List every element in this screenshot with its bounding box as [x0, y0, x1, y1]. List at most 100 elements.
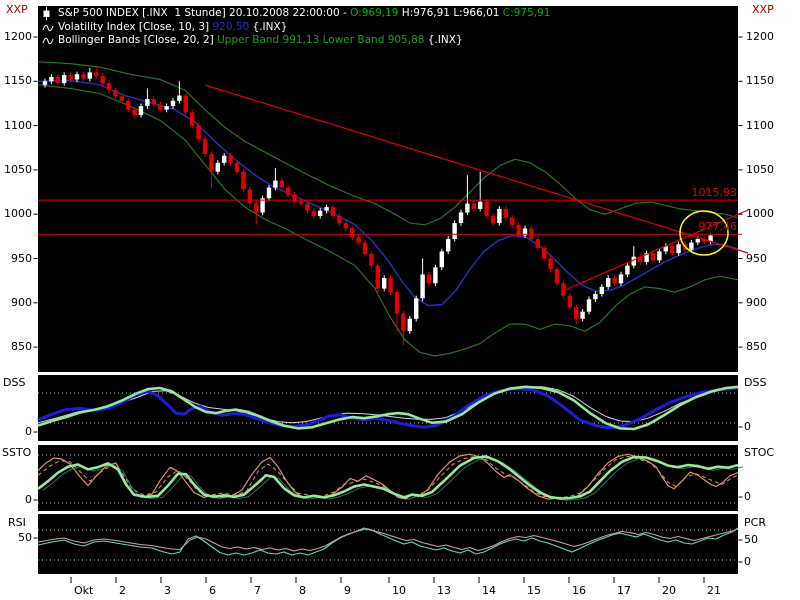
candle-up: [145, 99, 149, 106]
candle-down: [344, 223, 348, 228]
legend-symbol-title: S&P 500 INDEX [.INX 1 Stunde] 20.10.2008…: [58, 7, 350, 20]
wave-icon: [42, 36, 55, 46]
candle-down: [299, 202, 303, 204]
dss-zero-label-left: 0: [2, 425, 32, 438]
candle-down: [491, 216, 495, 223]
candle-up: [414, 298, 418, 318]
price-flag-label: 977,46: [640, 221, 737, 233]
y-axis-label-left: 950: [2, 252, 32, 265]
candle-down: [388, 278, 392, 292]
candle-up: [75, 74, 79, 79]
candle-down: [504, 209, 508, 218]
candle-up: [49, 77, 53, 81]
x-axis-label: 8: [299, 584, 306, 597]
y-axis-label-left: 1100: [2, 119, 32, 132]
candle-up: [408, 319, 412, 331]
stochastic-panel-label-left: SSTO: [2, 446, 36, 459]
candle-up: [593, 294, 597, 299]
legend-bollinger-title: Bollinger Bands [Close, 20, 2]: [58, 34, 217, 47]
candle-down: [612, 278, 616, 283]
candle-up: [433, 267, 437, 283]
candle-up: [139, 106, 143, 115]
candle-down: [241, 172, 245, 190]
dss-panel-label-right: DSS: [744, 376, 766, 389]
candle-down: [113, 90, 117, 96]
dss-zero-label-right: 0: [744, 420, 751, 433]
y-axis-label-right: 900: [746, 296, 767, 309]
rsi-panel-label-left: RSI: [8, 516, 26, 529]
y-axis-label-left: 1200: [2, 30, 32, 43]
candle-up: [177, 96, 181, 101]
candle-up: [440, 251, 444, 267]
candlestick-icon: [42, 7, 55, 20]
x-axis-label: 14: [482, 584, 496, 597]
legend-row-bollinger: Bollinger Bands [Close, 20, 2] Upper Ban…: [42, 34, 463, 47]
legend-bollinger-values: Upper Band 991,13 Lower Band 905,88: [217, 34, 424, 47]
candle-up: [657, 251, 661, 260]
candle-down: [248, 189, 252, 203]
legend-row-price: S&P 500 INDEX [.INX 1 Stunde] 20.10.2008…: [42, 7, 550, 20]
candle-down: [126, 101, 130, 110]
candle-down: [401, 313, 405, 331]
stochastic-zero-label-left: 0: [2, 493, 32, 506]
candle-up: [676, 244, 680, 253]
x-axis-label: 17: [617, 584, 631, 597]
x-axis-label: 15: [527, 584, 541, 597]
candle-down: [395, 292, 399, 313]
x-axis-label: 10: [392, 584, 406, 597]
candle-down: [94, 72, 98, 76]
candle-down: [203, 139, 207, 154]
candle-up: [324, 207, 328, 211]
candle-down: [292, 195, 296, 202]
candle-down: [190, 112, 194, 125]
top-left-corner-label: XXP: [6, 3, 28, 16]
chart-canvas[interactable]: [0, 0, 800, 600]
legend-close-value: C:975,91: [503, 7, 551, 20]
y-axis-label-left: 850: [2, 340, 32, 353]
x-axis-label: 3: [164, 584, 171, 597]
pcr-zero-label-right: 0: [744, 555, 751, 568]
legend-bollinger-suffix: {.INX}: [424, 34, 462, 47]
rsi-fifty-label-left: 50: [2, 531, 32, 544]
candle-down: [484, 202, 488, 216]
candle-up: [88, 72, 92, 78]
candle-down: [363, 243, 367, 255]
candle-down: [536, 239, 540, 248]
legend-volatility-value: 920,50: [212, 21, 249, 34]
candle-down: [280, 181, 284, 188]
candle-down: [254, 204, 258, 213]
candle-down: [555, 269, 559, 283]
candle-down: [56, 77, 60, 83]
candle-down: [158, 104, 162, 109]
candle-up: [478, 202, 482, 209]
candle-down: [356, 237, 360, 242]
y-axis-label-right: 1150: [746, 74, 774, 87]
candle-down: [286, 188, 290, 195]
candle-down: [228, 156, 232, 163]
candle-down: [107, 83, 111, 90]
candle-up: [171, 101, 175, 106]
candle-up: [600, 287, 604, 294]
candle-down: [305, 204, 309, 211]
candle-up: [606, 278, 610, 287]
candle-down: [337, 216, 341, 223]
candle-up: [580, 312, 584, 319]
candle-down: [651, 253, 655, 260]
candle-up: [619, 274, 623, 283]
candle-up: [689, 243, 693, 250]
x-axis-label: 20: [662, 584, 676, 597]
candle-down: [81, 74, 85, 78]
candle-up: [452, 223, 456, 239]
chart-window: XXP XXP S&P 500 INDEX [.INX 1 Stunde] 20…: [0, 0, 800, 600]
y-axis-label-right: 1050: [746, 163, 774, 176]
candle-down: [312, 211, 316, 216]
candle-up: [216, 163, 220, 172]
y-axis-label-right: 950: [746, 252, 767, 265]
pcr-fifty-label-right: 50: [744, 533, 758, 546]
top-right-corner-label: XXP: [752, 3, 774, 16]
candle-up: [696, 239, 700, 243]
candle-up: [446, 239, 450, 251]
x-axis-label: 7: [254, 584, 261, 597]
candle-down: [510, 218, 514, 225]
legend-highlow-values: H:976,91 L:966,01: [398, 7, 502, 20]
